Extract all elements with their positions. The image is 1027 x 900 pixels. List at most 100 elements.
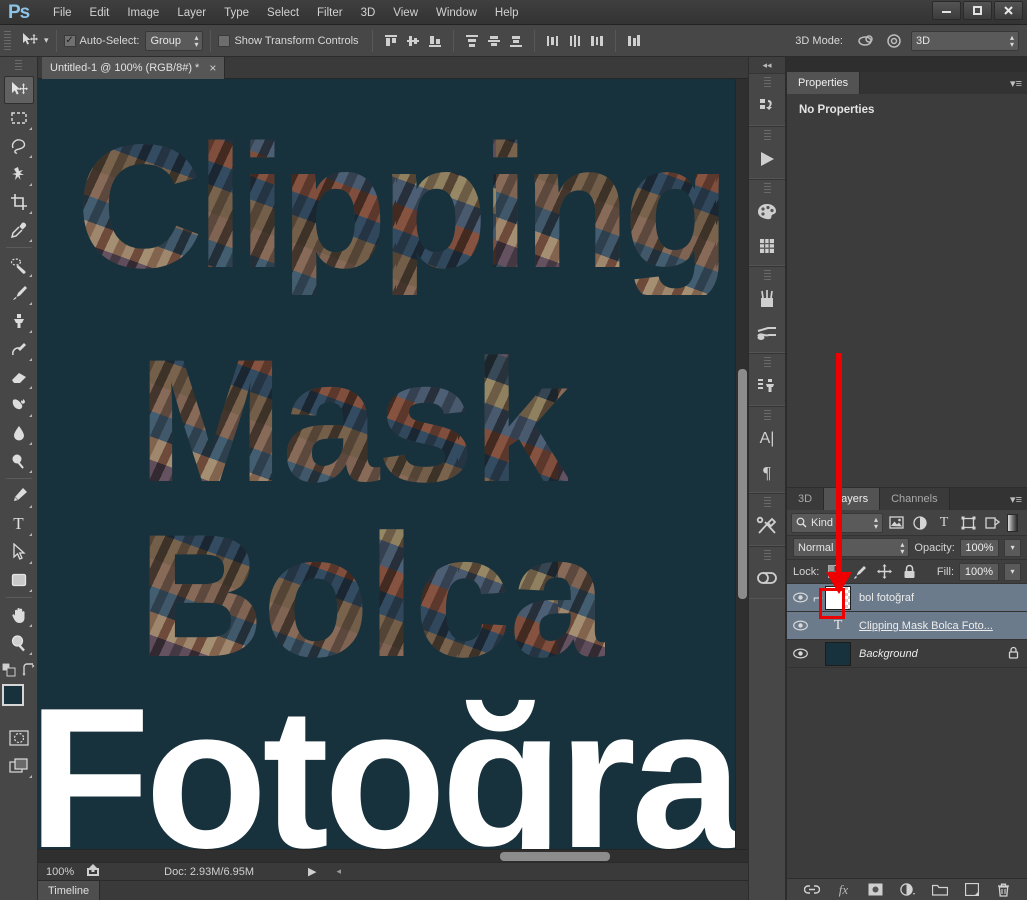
table-row[interactable]: Background [787, 640, 1027, 668]
foreground-color-swatch[interactable] [1, 684, 24, 706]
distribute-horizontal-centers-icon[interactable] [564, 30, 586, 52]
opacity-stepper[interactable]: ▾ [1004, 538, 1021, 557]
lasso-tool[interactable] [4, 132, 34, 160]
filter-shape-layers-icon[interactable] [957, 513, 979, 533]
lock-transparent-pixels-icon[interactable] [824, 563, 844, 581]
default-colors-icon[interactable] [1, 662, 16, 680]
align-left-edges-icon[interactable] [461, 30, 483, 52]
tool-preset-dropdown[interactable]: ▾ [44, 35, 49, 46]
screen-mode-icon[interactable] [4, 752, 34, 780]
layer-name[interactable]: bol fotoğraf [859, 592, 1027, 604]
panel-menu-icon[interactable]: ▾≡ [1010, 493, 1022, 506]
paragraph-panel-icon[interactable]: ¶ [749, 456, 785, 490]
status-menu-arrow[interactable]: ▶ [308, 865, 316, 878]
menu-view[interactable]: View [384, 2, 427, 24]
link-layers-icon[interactable] [803, 881, 821, 899]
layer-name[interactable]: Clipping Mask Bolca Foto... [859, 620, 1027, 632]
align-vertical-centers-icon[interactable] [402, 30, 424, 52]
move-tool[interactable] [3, 76, 34, 104]
tools-panel-grip[interactable] [15, 60, 22, 72]
align-right-edges-icon[interactable] [505, 30, 527, 52]
new-layer-icon[interactable] [963, 881, 981, 899]
timeline-tab[interactable]: Timeline [38, 880, 101, 900]
dock-grip[interactable] [763, 77, 771, 87]
tool-presets-panel-icon[interactable] [749, 509, 785, 543]
scrollbar-thumb[interactable] [738, 369, 747, 599]
layer-thumbnail[interactable] [825, 585, 851, 610]
spot-healing-brush-tool[interactable] [4, 251, 34, 279]
lock-all-icon[interactable] [1008, 646, 1019, 662]
filter-pixel-layers-icon[interactable] [885, 513, 907, 533]
options-bar-grip[interactable] [4, 30, 11, 51]
canvas-horizontal-scrollbar[interactable] [38, 849, 748, 862]
gradient-tool[interactable] [4, 391, 34, 419]
lock-all-icon[interactable] [899, 563, 919, 581]
dock-grip[interactable] [763, 497, 771, 507]
tab-channels[interactable]: Channels [880, 488, 950, 510]
dock-grip[interactable] [763, 550, 771, 560]
hand-tool[interactable] [4, 601, 34, 629]
show-transform-group[interactable]: Show Transform Controls [218, 34, 364, 47]
status-resize-grip[interactable]: ◂ [336, 866, 341, 877]
menu-3d[interactable]: 3D [352, 2, 385, 24]
filter-kind-dropdown[interactable]: Kind ▴ ▾ [791, 512, 883, 533]
canvas-vertical-scrollbar[interactable] [735, 79, 748, 862]
auto-select-dropdown[interactable]: Group ▴ ▾ [145, 30, 204, 51]
clone-source-panel-icon[interactable] [749, 369, 785, 403]
filter-enable-toggle[interactable] [1007, 513, 1018, 532]
auto-select-checkbox[interactable]: ✓ [63, 34, 76, 47]
color-panel-icon[interactable] [749, 195, 785, 229]
layer-thumbnail[interactable] [825, 641, 851, 666]
table-row[interactable]: ⮣ bol fotoğraf [787, 584, 1027, 612]
artboard[interactable]: Clipping Mask Bolca Fotoğraf [38, 79, 735, 862]
align-top-edges-icon[interactable] [380, 30, 402, 52]
close-icon[interactable]: × [209, 61, 216, 75]
magic-wand-tool[interactable] [4, 160, 34, 188]
close-button[interactable] [994, 1, 1023, 20]
add-layer-mask-icon[interactable] [867, 881, 885, 899]
filter-type-layers-icon[interactable]: T [933, 513, 955, 533]
layer-visibility-toggle[interactable] [789, 592, 811, 603]
filter-smart-object-layers-icon[interactable] [981, 513, 1003, 533]
dock-grip[interactable] [763, 357, 771, 367]
pen-tool[interactable] [4, 482, 34, 510]
rectangle-tool[interactable] [4, 566, 34, 594]
dodge-tool[interactable] [4, 447, 34, 475]
distribute-left-edges-icon[interactable] [542, 30, 564, 52]
history-brush-tool[interactable] [4, 335, 34, 363]
table-row[interactable]: T Clipping Mask Bolca Foto... [787, 612, 1027, 640]
layer-name[interactable]: Background [859, 648, 1008, 660]
scrollbar-thumb[interactable] [500, 852, 610, 861]
brush-panel-icon[interactable] [749, 282, 785, 316]
add-layer-style-icon[interactable]: fx [835, 881, 853, 899]
align-bottom-edges-icon[interactable] [424, 30, 446, 52]
canvas-viewport[interactable]: Clipping Mask Bolca Fotoğraf [38, 79, 735, 862]
horizontal-type-tool[interactable]: T [4, 510, 34, 538]
share-icon[interactable] [86, 863, 100, 880]
menu-help[interactable]: Help [486, 2, 528, 24]
dock-grip[interactable] [763, 130, 771, 140]
layer-visibility-toggle[interactable] [789, 620, 811, 631]
minimize-button[interactable] [932, 1, 961, 20]
3d-roll-icon[interactable] [883, 30, 905, 52]
new-adjustment-layer-icon[interactable] [899, 881, 917, 899]
align-horizontal-centers-icon[interactable] [483, 30, 505, 52]
crop-tool[interactable] [4, 188, 34, 216]
maximize-button[interactable] [963, 1, 992, 20]
fill-stepper[interactable]: ▾ [1004, 562, 1021, 581]
tab-properties[interactable]: Properties [787, 72, 861, 94]
dock-grip[interactable] [763, 410, 771, 420]
path-selection-tool[interactable] [4, 538, 34, 566]
tab-layers[interactable]: Layers [824, 488, 881, 510]
lock-image-pixels-icon[interactable] [849, 563, 869, 581]
dock-grip[interactable] [763, 270, 771, 280]
eyedropper-tool[interactable] [4, 216, 34, 244]
opacity-value[interactable]: 100% [959, 538, 1000, 557]
dock-grip[interactable] [763, 183, 771, 193]
swatches-panel-icon[interactable] [749, 229, 785, 263]
menu-file[interactable]: File [44, 2, 81, 24]
history-panel-icon[interactable] [749, 89, 785, 123]
move-tool-icon[interactable] [16, 29, 42, 52]
zoom-level[interactable]: 100% [46, 866, 74, 878]
filter-adjustment-layers-icon[interactable] [909, 513, 931, 533]
